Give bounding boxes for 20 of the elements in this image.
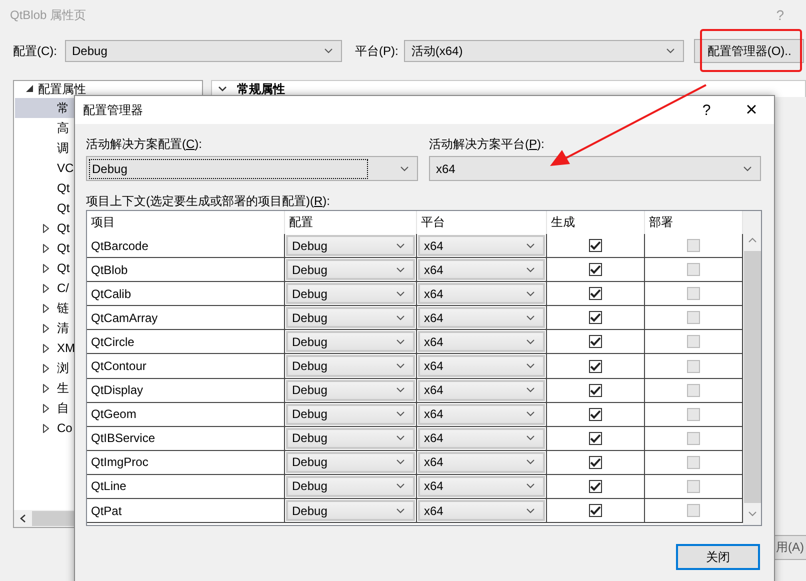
- table-cell: QtGeom: [87, 402, 285, 426]
- window-title: QtBlob 属性页: [10, 6, 88, 24]
- section-header: 常规属性: [237, 80, 285, 98]
- solution-platform-label: 活动解决方案平台(P):: [429, 136, 546, 152]
- dialog-title: 配置管理器: [83, 102, 144, 118]
- project-context-label: 项目上下文(选定要生成或部署的项目配置)(R):: [86, 194, 330, 208]
- table-cell: QtDisplay: [87, 378, 285, 402]
- table-cell: QtContour: [87, 354, 285, 378]
- table-cell: QtCircle: [87, 330, 285, 354]
- table-cell: QtCalib: [87, 282, 285, 306]
- table-cell: QtBarcode: [87, 234, 285, 258]
- config-label: 配置(C):: [13, 42, 57, 60]
- table-cell: QtIBService: [87, 426, 285, 450]
- platform-label: 平台(P):: [355, 42, 398, 60]
- table-cell: QtPat: [87, 499, 285, 522]
- table-cell: QtBlob: [87, 258, 285, 282]
- solution-configuration-label: 活动解决方案配置(C):: [86, 136, 204, 152]
- table-cell: QtImgProc: [87, 450, 285, 474]
- table-cell: QtCamArray: [87, 306, 285, 330]
- table-cell: QtLine: [87, 474, 285, 498]
